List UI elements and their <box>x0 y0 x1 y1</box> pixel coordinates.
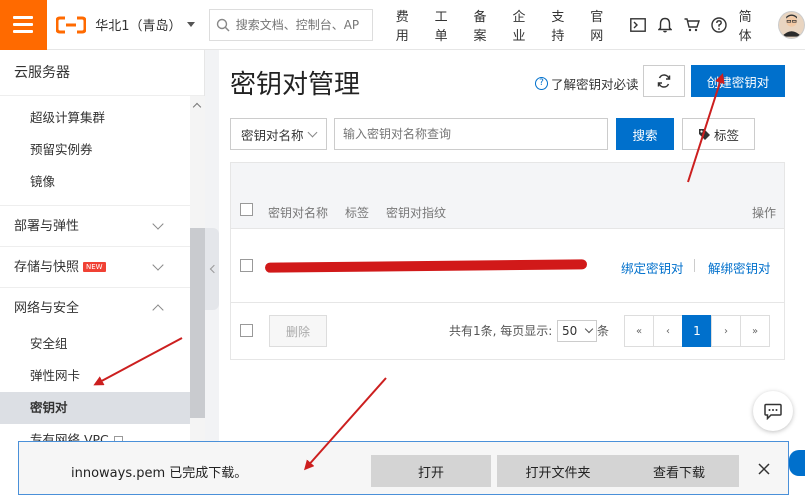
help-link-label: 了解密钥对必读 <box>551 77 639 92</box>
bell-icon[interactable] <box>651 11 678 39</box>
page-title: 密钥对管理 <box>230 70 361 100</box>
sidebar-group-label: 部署与弹性 <box>14 218 80 234</box>
prev-page-button[interactable]: ‹ <box>653 315 683 347</box>
sidebar-group-storage[interactable]: 存储与快照 NEW <box>0 246 190 287</box>
nav-icp[interactable]: 备案 <box>467 6 506 44</box>
page-button-current[interactable]: 1 <box>682 315 712 347</box>
cart-icon[interactable] <box>678 11 705 39</box>
region-label: 华北1（青岛） <box>95 19 182 34</box>
chevron-up-icon <box>152 304 164 316</box>
open-folder-button[interactable]: 打开文件夹 <box>497 455 619 487</box>
sidebar-item-eni[interactable]: 弹性网卡 <box>0 360 190 392</box>
table-row: 绑定密钥对 解绑密钥对 <box>231 229 784 303</box>
chat-support-button[interactable] <box>753 391 793 431</box>
close-icon[interactable] <box>755 460 773 478</box>
sidebar-item-keypair[interactable]: 密钥对 <box>0 392 190 424</box>
filter-field-select[interactable]: 密钥对名称 <box>230 118 327 150</box>
menu-icon[interactable] <box>0 0 47 50</box>
footer-checkbox[interactable] <box>240 324 253 337</box>
sidebar-item-images[interactable]: 镜像 <box>0 166 190 198</box>
nav-website[interactable]: 官网 <box>583 6 622 44</box>
redaction-mark <box>264 259 588 273</box>
download-bar: innoways.pem 已完成下载。 打开 打开文件夹 查看下载 <box>18 441 789 495</box>
sidebar: 云服务器 超级计算集群 预留实例券 镜像 部署与弹性 存储与快照 NEW 网络与安… <box>0 50 205 495</box>
action-divider <box>694 259 695 272</box>
sidebar-title: 云服务器 <box>0 50 204 96</box>
select-all-checkbox[interactable] <box>240 203 253 216</box>
next-page-button[interactable]: › <box>711 315 741 347</box>
view-downloads-button[interactable]: 查看下载 <box>619 455 739 487</box>
sidebar-group-deploy[interactable]: 部署与弹性 <box>0 205 190 246</box>
top-icons: 简体 <box>624 6 805 44</box>
tag-icon <box>698 128 710 140</box>
chat-icon <box>764 403 782 420</box>
unbind-keypair-link[interactable]: 解绑密钥对 <box>708 258 771 277</box>
row-checkbox[interactable] <box>240 259 253 272</box>
nav-billing[interactable]: 费用 <box>389 6 428 44</box>
open-file-button[interactable]: 打开 <box>371 455 491 487</box>
sidebar-item-security-group[interactable]: 安全组 <box>0 328 190 360</box>
global-search[interactable] <box>208 8 373 41</box>
pagination: « ‹ 1 › » <box>624 315 770 347</box>
aliyun-logo[interactable] <box>47 0 96 50</box>
top-nav: 费用 工单 备案 企业 支持 官网 <box>389 6 622 44</box>
avatar[interactable] <box>777 10 805 39</box>
pagination-total: 共有1条, 每页显示: <box>449 324 553 338</box>
sidebar-scrollbar[interactable] <box>190 96 205 495</box>
caret-down-icon <box>186 22 195 27</box>
sidebar-item-super-computing[interactable]: 超级计算集群 <box>0 102 190 134</box>
create-keypair-button[interactable]: 创建密钥对 <box>691 65 785 97</box>
refresh-icon <box>657 74 671 88</box>
sidebar-group-label: 网络与安全 <box>14 300 80 316</box>
chevron-down-icon <box>152 218 164 230</box>
scroll-up-icon[interactable] <box>192 102 202 112</box>
tag-button-label: 标签 <box>713 127 739 143</box>
chevron-down-icon <box>584 324 594 334</box>
side-widget-edge[interactable] <box>789 450 805 476</box>
keypair-search-input[interactable] <box>343 127 599 141</box>
top-bar: 华北1（青岛） 费用 工单 备案 企业 支持 官网 简体 <box>0 0 805 50</box>
terminal-icon[interactable] <box>624 11 651 39</box>
nav-tickets[interactable]: 工单 <box>428 6 467 44</box>
page-size-unit: 条 <box>597 324 610 338</box>
keypair-search-field[interactable] <box>334 118 608 150</box>
sidebar-group-network[interactable]: 网络与安全 <box>0 287 190 328</box>
last-page-button[interactable]: » <box>740 315 770 347</box>
chevron-down-icon <box>307 127 318 137</box>
keypair-table: 密钥对名称 标签 密钥对指纹 操作 绑定密钥对 解绑密钥对 删除 共有1条, 每… <box>230 162 785 360</box>
download-message: innoways.pem 已完成下载。 <box>71 466 248 481</box>
chevron-left-icon <box>209 264 218 274</box>
scrollbar-thumb[interactable] <box>190 228 205 418</box>
search-button[interactable]: 搜索 <box>616 118 674 150</box>
main-content: 密钥对管理 ? 了解密钥对必读 创建密钥对 密钥对名称 搜索 标签 密钥对名称 … <box>219 50 805 495</box>
table-footer: 删除 共有1条, 每页显示: 50 条 « ‹ 1 › » <box>231 303 784 359</box>
sidebar-collapse-toggle[interactable] <box>205 228 219 310</box>
column-keypair-name: 密钥对名称 <box>268 206 329 220</box>
sidebar-item-reserved-instances[interactable]: 预留实例券 <box>0 134 190 166</box>
help-link[interactable]: ? 了解密钥对必读 <box>535 74 639 93</box>
sidebar-group-label: 存储与快照 NEW <box>14 247 106 288</box>
refresh-button[interactable] <box>643 65 685 97</box>
chevron-down-icon <box>152 259 164 271</box>
region-selector[interactable]: 华北1（青岛） <box>95 15 200 34</box>
search-icon <box>216 18 230 32</box>
column-actions: 操作 <box>752 206 777 220</box>
column-tags: 标签 <box>345 206 370 220</box>
nav-support[interactable]: 支持 <box>544 6 583 44</box>
bind-keypair-link[interactable]: 绑定密钥对 <box>621 258 684 277</box>
first-page-button[interactable]: « <box>624 315 654 347</box>
global-search-input[interactable] <box>235 17 366 32</box>
help-icon[interactable] <box>705 11 732 39</box>
language-switch[interactable]: 简体 <box>733 6 770 44</box>
page-size-value: 50 <box>562 324 578 338</box>
new-badge: NEW <box>83 262 106 272</box>
question-icon: ? <box>535 77 548 90</box>
page-size-select[interactable]: 50 <box>557 320 597 342</box>
nav-enterprise[interactable]: 企业 <box>505 6 544 44</box>
column-fingerprint: 密钥对指纹 <box>386 206 447 220</box>
tag-filter-button[interactable]: 标签 <box>682 118 755 150</box>
delete-button[interactable]: 删除 <box>269 315 327 347</box>
table-header: 密钥对名称 标签 密钥对指纹 操作 <box>231 163 784 229</box>
filter-field-label: 密钥对名称 <box>241 127 304 143</box>
